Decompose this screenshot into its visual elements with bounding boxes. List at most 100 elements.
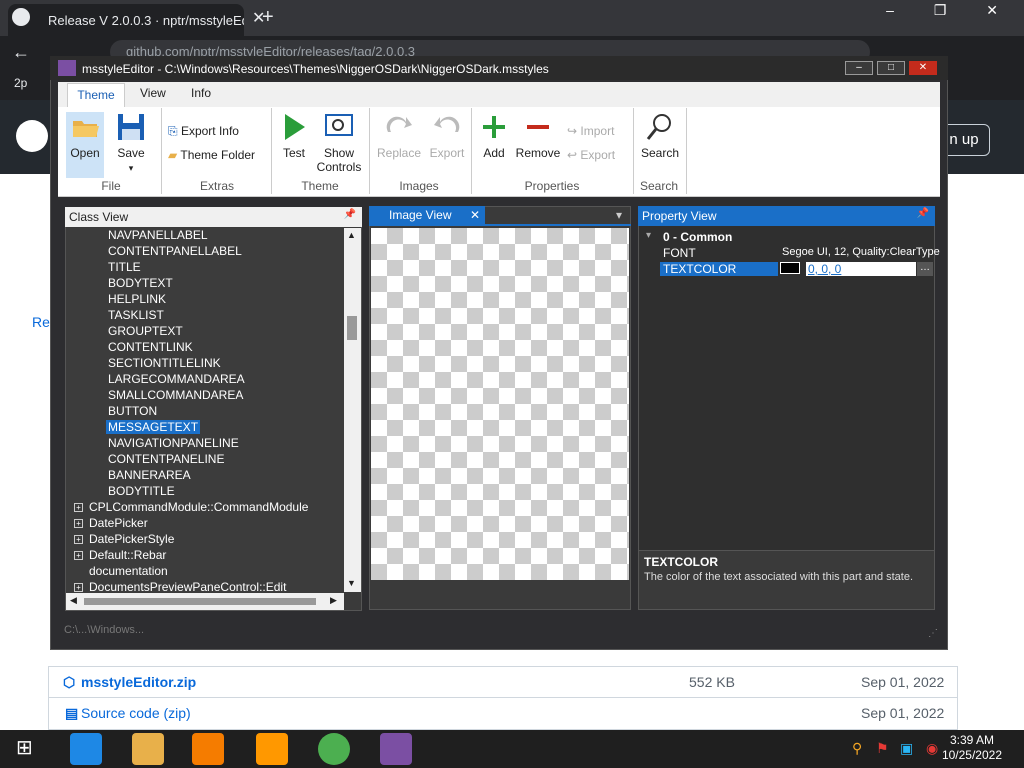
tree-item[interactable]: NAVIGATIONPANELINE: [108, 436, 239, 450]
show-controls-button[interactable]: Show Controls: [316, 112, 362, 174]
redo-arrow-icon: [386, 116, 412, 132]
scroll-thumb[interactable]: [84, 598, 316, 605]
tray-record-icon[interactable]: ◉: [926, 740, 938, 757]
folder-open-icon: [73, 121, 99, 137]
tree-item[interactable]: GROUPTEXT: [108, 324, 183, 338]
expand-icon[interactable]: +: [74, 583, 83, 592]
save-dropdown-icon[interactable]: ▾: [129, 163, 134, 173]
scroll-up-icon[interactable]: ▲: [347, 230, 356, 240]
media-player-icon[interactable]: [192, 733, 224, 765]
magnifier-window-icon: [325, 114, 353, 136]
maximize-button[interactable]: □: [877, 61, 905, 75]
tree-class-item[interactable]: + DatePickerStyle: [74, 532, 174, 546]
tree-item[interactable]: SECTIONTITLELINK: [108, 356, 221, 370]
internet-explorer-icon[interactable]: [70, 733, 102, 765]
expand-icon[interactable]: +: [74, 551, 83, 560]
test-button[interactable]: Test: [276, 112, 312, 160]
textcolor-value-input[interactable]: 0, 0, 0: [806, 262, 916, 276]
tree-item[interactable]: BODYTITLE: [108, 484, 175, 498]
tree-item[interactable]: TITLE: [108, 260, 141, 274]
floppy-disk-icon: [118, 114, 144, 140]
property-name-selected[interactable]: TEXTCOLOR: [660, 262, 778, 276]
tree-class-item[interactable]: + CPLCommandModule::CommandModule: [74, 500, 308, 514]
scroll-thumb[interactable]: [347, 316, 357, 340]
tray-flag-icon[interactable]: ⚑: [876, 740, 889, 757]
image-view-tab[interactable]: Image View ✕: [369, 206, 485, 224]
start-windows-icon[interactable]: ⊞: [16, 737, 38, 759]
file-explorer-icon[interactable]: [132, 733, 164, 765]
close-button[interactable]: ✕: [909, 61, 937, 75]
resize-grip-icon[interactable]: ⋰: [928, 628, 938, 639]
add-property-button[interactable]: Add: [478, 112, 510, 160]
tree-item[interactable]: CONTENTLINK: [108, 340, 193, 354]
save-label: Save: [117, 146, 145, 160]
tab-theme[interactable]: Theme: [67, 83, 125, 108]
asset-size: 552 KB: [689, 674, 735, 690]
tree-item[interactable]: BANNERAREA: [108, 468, 191, 482]
pin-icon[interactable]: 📌: [917, 208, 929, 219]
asset-link[interactable]: msstyleEditor.zip: [81, 674, 196, 690]
expand-icon[interactable]: +: [74, 535, 83, 544]
group-search-label: Search: [639, 179, 679, 193]
replace-button[interactable]: Replace: [376, 112, 422, 160]
scroll-left-icon[interactable]: ◀: [70, 595, 77, 606]
ellipsis-button[interactable]: …: [917, 262, 933, 276]
scroll-down-icon[interactable]: ▼: [347, 578, 356, 588]
back-arrow-icon[interactable]: ←: [12, 42, 30, 63]
tab-info[interactable]: Info: [191, 86, 211, 100]
tab-view[interactable]: View: [140, 86, 166, 100]
save-button[interactable]: Save ▾: [112, 112, 150, 174]
export-property-button[interactable]: ↩ Export: [567, 148, 615, 162]
remove-property-button[interactable]: Remove: [514, 112, 562, 160]
scroll-right-icon[interactable]: ▶: [330, 595, 337, 606]
tree-class-item[interactable]: + DatePicker: [74, 516, 148, 530]
description-text: The color of the text associated with th…: [644, 571, 914, 583]
tree-item[interactable]: LARGECOMMANDAREA: [108, 372, 245, 386]
tree-item[interactable]: TASKLIST: [108, 308, 164, 322]
vertical-scrollbar[interactable]: [344, 228, 361, 592]
tree-item[interactable]: NAVPANELLABEL: [108, 228, 208, 242]
tray-display-icon[interactable]: ▣: [900, 740, 913, 757]
tree-item[interactable]: BUTTON: [108, 404, 157, 418]
tree-class-item[interactable]: + DocumentsPreviewPaneControl::Edit: [74, 580, 286, 594]
expand-icon[interactable]: +: [74, 503, 83, 512]
close-tab-icon[interactable]: ✕: [470, 208, 480, 222]
folder-icon: ▰: [168, 148, 181, 162]
tray-search-icon[interactable]: ⚲: [852, 740, 862, 757]
collapse-icon[interactable]: ▾: [646, 230, 651, 241]
minimize-button[interactable]: ‒: [845, 61, 873, 75]
github-logo-icon[interactable]: [16, 120, 48, 152]
property-name[interactable]: FONT: [663, 246, 696, 260]
search-button[interactable]: Search: [640, 112, 680, 160]
expand-icon[interactable]: +: [74, 519, 83, 528]
tree-class-item[interactable]: documentation: [89, 564, 168, 578]
property-value[interactable]: Segoe UI, 12, Quality:ClearType: [782, 246, 940, 258]
theme-folder-button[interactable]: ▰ Theme Folder: [168, 148, 255, 162]
open-button[interactable]: Open: [66, 112, 104, 178]
import-property-button[interactable]: ↪ Import: [567, 124, 614, 138]
chrome-icon[interactable]: [318, 733, 350, 765]
export-image-button[interactable]: Export: [426, 112, 468, 160]
tree-class-item[interactable]: + Default::Rebar: [74, 548, 166, 562]
asset-date: Sep 01, 2022: [861, 705, 945, 721]
asset-link[interactable]: Source code (zip): [81, 705, 191, 721]
color-swatch: [780, 262, 800, 274]
ribbon-separator: [686, 108, 687, 194]
tree-item[interactable]: HELPLINK: [108, 292, 166, 306]
browser-window-controls[interactable]: ‒ ❐ ✕: [886, 2, 1016, 19]
tree-item[interactable]: CONTENTPANELLABEL: [108, 244, 242, 258]
taskbar-clock[interactable]: 3:39 AM 10/25/2022: [942, 733, 1002, 763]
uc-browser-icon[interactable]: [256, 733, 288, 765]
bookmark-item[interactable]: 2p: [14, 76, 27, 90]
tree-item[interactable]: SMALLCOMMANDAREA: [108, 388, 243, 402]
package-icon: ⬡: [63, 674, 76, 690]
chevron-down-icon[interactable]: ▾: [616, 208, 622, 222]
msstyleeditor-taskbar-icon[interactable]: [380, 733, 412, 765]
tree-item[interactable]: CONTENTPANELINE: [108, 452, 224, 466]
tree-item[interactable]: BODYTEXT: [108, 276, 173, 290]
tree-item-selected[interactable]: MESSAGETEXT: [106, 420, 201, 434]
export-info-button[interactable]: ⎘ Export Info: [168, 124, 239, 139]
browser-tab[interactable]: Release V 2.0.0.3 · nptr/msstyleEd: [8, 4, 244, 36]
pin-icon[interactable]: 📌: [344, 209, 356, 220]
new-tab-button[interactable]: +: [262, 6, 274, 29]
